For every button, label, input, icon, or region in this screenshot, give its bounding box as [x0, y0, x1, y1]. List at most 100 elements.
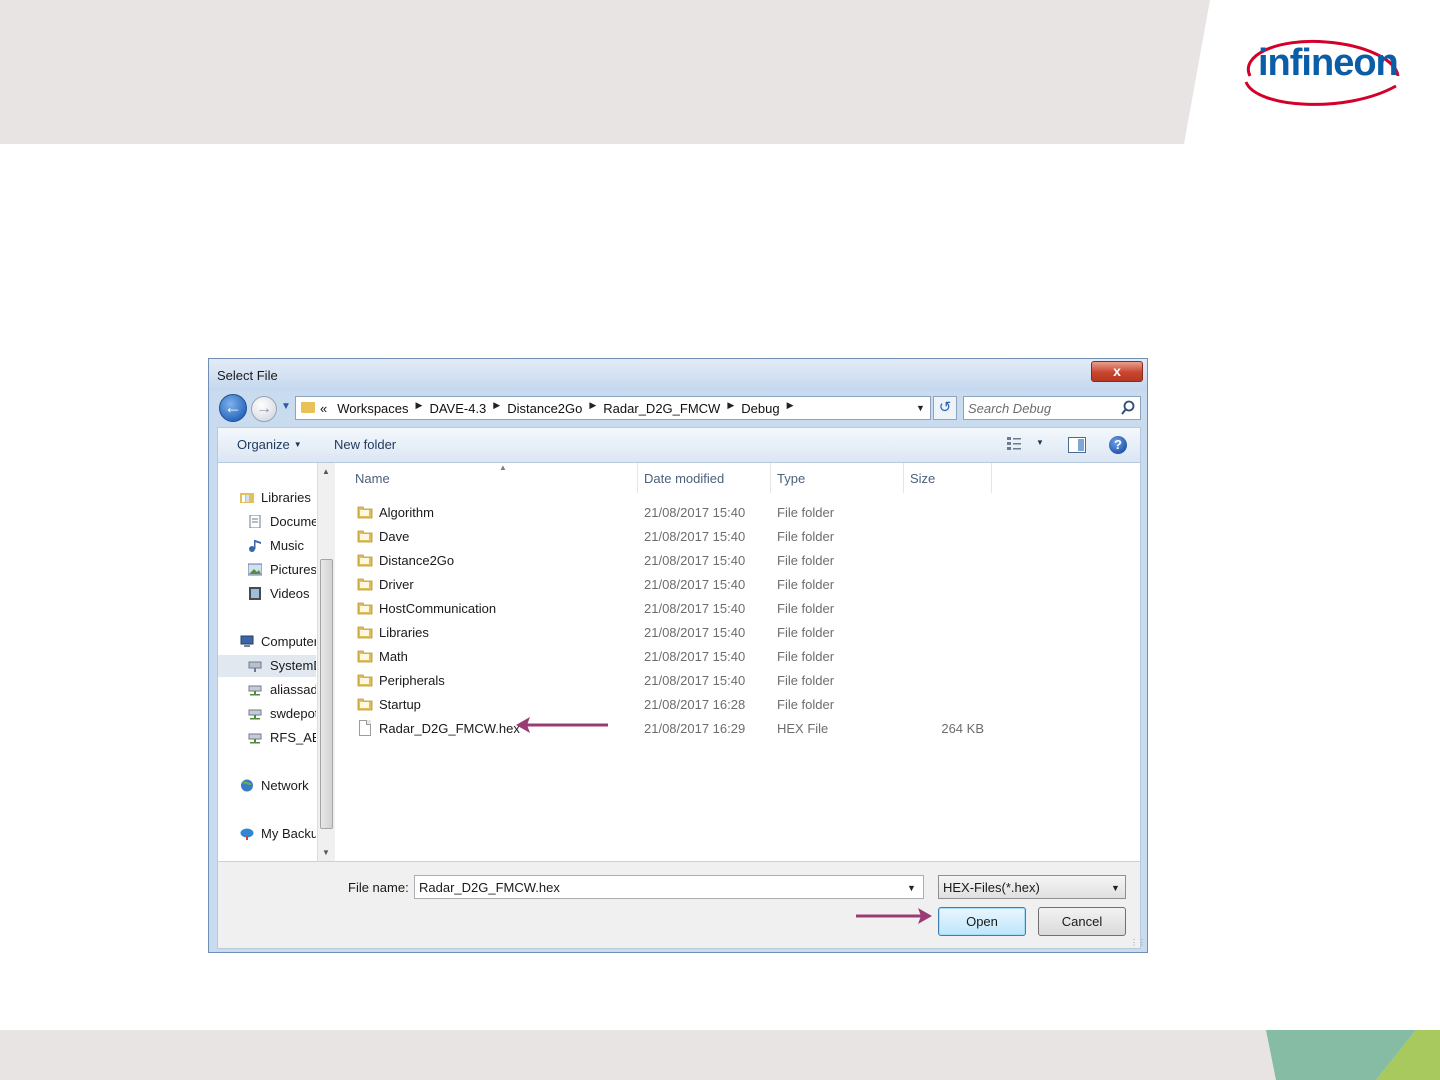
nav-item-music[interactable]: Music: [218, 535, 316, 557]
nav-item-swdepot[interactable]: swdepot: [218, 703, 316, 725]
column-header-name[interactable]: Name ▲: [349, 463, 638, 493]
nav-item-pictures[interactable]: Pictures: [218, 559, 316, 581]
nav-scrollbar[interactable]: ▲ ▼: [317, 463, 335, 861]
folder-icon: [357, 649, 373, 663]
nav-label: RFS_AE_: [270, 730, 316, 745]
nav-item-libraries[interactable]: Libraries: [218, 487, 316, 509]
breadcrumb-arrow-icon[interactable]: ▶: [416, 400, 423, 415]
file-row[interactable]: Distance2Go 21/08/2017 15:40 File folder: [335, 549, 975, 573]
file-row[interactable]: Driver 21/08/2017 15:40 File folder: [335, 573, 975, 597]
views-icon[interactable]: [1006, 436, 1026, 452]
nav-label: Computer: [261, 634, 316, 649]
file-date-cell: 21/08/2017 15:40: [644, 601, 746, 616]
search-input[interactable]: [968, 399, 1116, 417]
file-date-cell: 21/08/2017 15:40: [644, 649, 746, 664]
nav-item-systemdrive[interactable]: SystemDrive: [218, 655, 316, 677]
breadcrumb-dave[interactable]: DAVE-4.3: [429, 401, 486, 416]
network-icon: [241, 779, 253, 792]
scroll-down-icon[interactable]: ▼: [322, 848, 330, 857]
file-row[interactable]: Peripherals 21/08/2017 15:40 File folder: [335, 669, 975, 693]
file-date-cell: 21/08/2017 16:29: [644, 721, 746, 736]
file-type-cell: File folder: [777, 601, 835, 616]
resize-grip-icon[interactable]: ⋮⋮: [1130, 938, 1146, 947]
nav-label: Pictures: [270, 562, 316, 577]
breadcrumb-arrow-icon[interactable]: ▶: [493, 400, 500, 415]
folder-icon: [301, 402, 315, 413]
column-size-label: Size: [910, 471, 936, 486]
breadcrumb-workspaces[interactable]: Workspaces: [337, 401, 408, 416]
filename-input[interactable]: Radar_D2G_FMCW.hex ▼: [414, 875, 924, 899]
organize-label: Organize: [237, 437, 290, 452]
filename-value: Radar_D2G_FMCW.hex: [419, 880, 560, 895]
file-row[interactable]: Libraries 21/08/2017 15:40 File folder: [335, 621, 975, 645]
file-date-cell: 21/08/2017 15:40: [644, 505, 746, 520]
file-type-value: HEX-Files(*.hex): [943, 880, 1040, 895]
search-box[interactable]: [963, 396, 1141, 420]
recent-locations-icon[interactable]: ▼: [281, 401, 291, 412]
file-type-cell: File folder: [777, 649, 835, 664]
breadcrumb-arrow-icon[interactable]: ▶: [727, 400, 734, 415]
refresh-button[interactable]: ↺: [933, 396, 957, 420]
file-type-cell: File folder: [777, 553, 835, 568]
file-type-cell: File folder: [777, 505, 835, 520]
breadcrumb-debug[interactable]: Debug: [741, 401, 779, 416]
search-icon[interactable]: [1120, 399, 1136, 417]
new-folder-button[interactable]: New folder: [334, 437, 396, 452]
column-header-date[interactable]: Date modified: [638, 463, 771, 493]
breadcrumb-arrow-icon[interactable]: ▶: [787, 400, 794, 415]
file-row[interactable]: Math 21/08/2017 15:40 File folder: [335, 645, 975, 669]
file-name-cell: Dave: [379, 529, 410, 544]
dialog-title: Select File: [217, 368, 278, 383]
breadcrumb-distance2go[interactable]: Distance2Go: [507, 401, 582, 416]
nav-item-computer[interactable]: Computer: [218, 631, 316, 653]
open-button[interactable]: Open: [938, 907, 1026, 936]
scrollbar-thumb[interactable]: [320, 559, 333, 829]
address-dropdown-icon[interactable]: ▼: [916, 403, 925, 413]
nav-label: My Backup: [261, 826, 316, 841]
folder-icon: [357, 577, 373, 591]
navigation-pane: Libraries Documents Music Pictures Video…: [217, 463, 335, 861]
file-type-select[interactable]: HEX-Files(*.hex) ▼: [938, 875, 1126, 899]
file-row[interactable]: Algorithm 21/08/2017 15:40 File folder: [335, 501, 975, 525]
nav-item-my-backup[interactable]: My Backup: [218, 823, 316, 845]
preview-pane-icon[interactable]: [1068, 437, 1086, 453]
file-date-cell: 21/08/2017 15:40: [644, 625, 746, 640]
file-date-cell: 21/08/2017 16:28: [644, 697, 746, 712]
file-type-cell: File folder: [777, 625, 835, 640]
back-button[interactable]: ←: [219, 394, 247, 422]
chevron-down-icon[interactable]: ▼: [907, 883, 916, 893]
breadcrumb-arrow-icon[interactable]: ▶: [589, 400, 596, 415]
file-row[interactable]: Radar_D2G_FMCW.hex 21/08/2017 16:29 HEX Fi…: [335, 717, 984, 741]
nav-item-rfs-ae[interactable]: RFS_AE_: [218, 727, 316, 749]
column-header-type[interactable]: Type: [771, 463, 904, 493]
file-type-cell: File folder: [777, 697, 835, 712]
nav-item-documents[interactable]: Documents: [218, 511, 316, 533]
close-button[interactable]: x: [1091, 361, 1143, 382]
file-row[interactable]: Startup 21/08/2017 16:28 File folder: [335, 693, 975, 717]
views-dropdown-icon[interactable]: ▼: [1036, 438, 1044, 447]
file-row[interactable]: Dave 21/08/2017 15:40 File folder: [335, 525, 975, 549]
forward-button[interactable]: →: [251, 396, 277, 422]
file-icon: [359, 720, 371, 736]
address-bar[interactable]: « Workspaces ▶ DAVE-4.3 ▶ Distance2Go ▶ …: [295, 396, 931, 420]
computer-icon: [240, 635, 254, 647]
nav-item-network[interactable]: Network: [218, 775, 316, 797]
file-row[interactable]: HostCommunication 21/08/2017 15:40 File fo…: [335, 597, 975, 621]
command-bar: Organize ▼ New folder ▼ ?: [217, 427, 1141, 463]
breadcrumb-overflow[interactable]: «: [320, 401, 327, 416]
file-type-cell: HEX File: [777, 721, 829, 736]
scroll-up-icon[interactable]: ▲: [322, 467, 330, 476]
file-name-cell: Math: [379, 649, 408, 664]
nav-item-videos[interactable]: Videos: [218, 583, 316, 605]
nav-item-aliassad[interactable]: aliassad: [218, 679, 316, 701]
column-header-size[interactable]: Size: [904, 463, 992, 493]
folder-icon: [357, 553, 373, 567]
column-type-label: Type: [777, 471, 806, 486]
sort-ascending-icon: ▲: [499, 463, 507, 472]
organize-button[interactable]: Organize ▼: [237, 437, 302, 452]
select-file-dialog: Select File x ← → ▼ « Workspaces ▶ DAVE-…: [208, 358, 1148, 953]
cancel-button[interactable]: Cancel: [1038, 907, 1126, 936]
help-icon[interactable]: ?: [1109, 436, 1127, 454]
breadcrumb-radar[interactable]: Radar_D2G_FMCW: [603, 401, 720, 416]
chevron-down-icon[interactable]: ▼: [1111, 883, 1120, 893]
